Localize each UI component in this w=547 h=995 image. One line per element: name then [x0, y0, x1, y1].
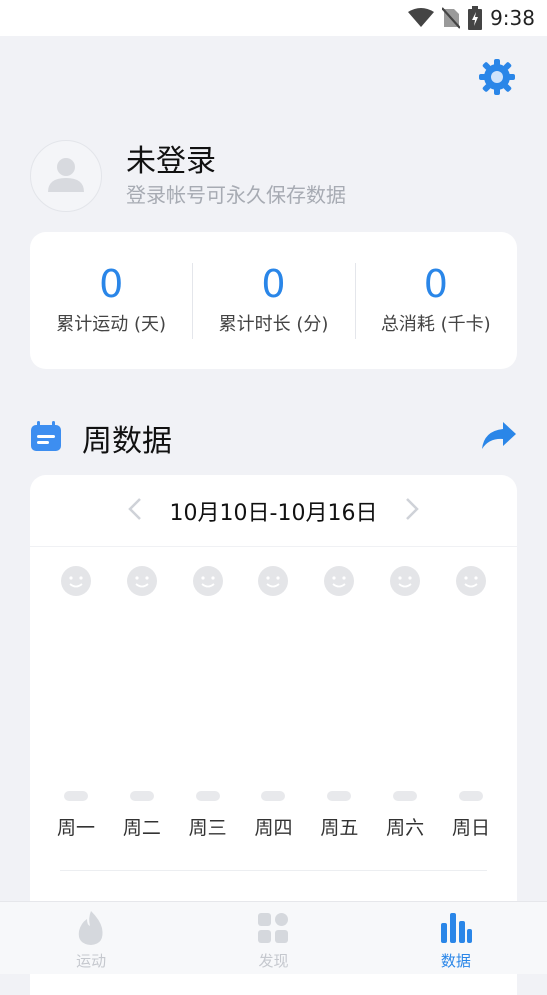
stat-total-calories: 0 总消耗 (千卡)	[354, 261, 517, 339]
stat-value: 0	[261, 261, 286, 306]
next-week-button[interactable]	[397, 496, 427, 526]
tab-label: 数据	[440, 952, 471, 970]
day-label-wed: 周三	[188, 817, 227, 839]
stat-label: 累计时长 (分)	[218, 313, 329, 335]
stats-card: 0 累计运动 (天) 0 累计时长 (分) 0 总消耗 (千卡)	[30, 232, 517, 369]
day-bar	[195, 791, 220, 801]
status-time: 9:38	[490, 6, 535, 30]
smiley-face-icon	[192, 565, 224, 597]
tab-data[interactable]: 数据	[365, 902, 547, 974]
flame-icon	[74, 910, 108, 946]
day-bar	[458, 791, 483, 801]
grid-icon	[256, 910, 290, 946]
tab-sport[interactable]: 运动	[0, 902, 182, 974]
daily-mood-row	[60, 565, 487, 605]
day-label-fri: 周五	[320, 817, 359, 839]
calendar-icon	[30, 420, 62, 456]
divider	[60, 870, 487, 871]
battery-charging-icon	[468, 6, 483, 30]
profile-section[interactable]: 未登录 登录帐号可永久保存数据	[30, 138, 517, 214]
user-icon	[46, 154, 86, 198]
tab-label: 发现	[258, 952, 289, 970]
profile-text: 未登录 登录帐号可永久保存数据	[126, 143, 346, 209]
day-bar	[64, 791, 88, 801]
prev-week-button[interactable]	[120, 496, 150, 526]
daily-bars-row	[60, 791, 487, 803]
chevron-left-icon	[127, 497, 142, 524]
login-hint-text: 登录帐号可永久保存数据	[126, 183, 346, 207]
week-navigator: 10月10日-10月16日	[30, 475, 517, 547]
login-status-title[interactable]: 未登录	[126, 143, 346, 181]
stat-total-minutes: 0 累计时长 (分)	[192, 261, 354, 339]
no-sim-icon	[442, 7, 461, 29]
day-bar	[129, 791, 154, 801]
settings-button[interactable]	[478, 58, 516, 100]
wifi-icon	[408, 8, 435, 28]
day-bar	[327, 791, 352, 801]
day-label-sun: 周日	[451, 817, 490, 839]
share-button[interactable]	[481, 422, 517, 454]
week-range-label: 10月10日-10月16日	[169, 500, 378, 526]
day-labels-row: 周一 周二 周三 周四 周五 周六 周日	[57, 813, 490, 841]
smiley-face-icon	[323, 565, 355, 597]
status-bar: 9:38	[0, 0, 547, 36]
weekly-section-header: 周数据	[30, 414, 517, 462]
section-title: 周数据	[82, 424, 172, 459]
day-bar	[261, 791, 286, 801]
avatar[interactable]	[30, 140, 102, 212]
smiley-face-icon	[60, 565, 92, 597]
smiley-face-icon	[389, 565, 421, 597]
gear-icon	[478, 58, 516, 100]
stat-value: 0	[423, 261, 448, 306]
day-label-tue: 周二	[122, 817, 161, 839]
day-label-sat: 周六	[386, 817, 425, 839]
tab-discover[interactable]: 发现	[182, 902, 364, 974]
bar-chart-icon	[439, 910, 473, 946]
stat-label: 累计运动 (天)	[56, 313, 167, 335]
stat-total-days: 0 累计运动 (天)	[30, 261, 192, 339]
stat-label: 总消耗 (千卡)	[380, 313, 491, 335]
day-label-thu: 周四	[254, 817, 293, 839]
smiley-face-icon	[257, 565, 289, 597]
smiley-face-icon	[455, 565, 487, 597]
stat-value: 0	[99, 261, 124, 306]
day-label-mon: 周一	[57, 817, 96, 839]
share-arrow-icon	[481, 422, 517, 454]
data-page: 未登录 登录帐号可永久保存数据 0 累计运动 (天) 0 累计时长 (分) 0 …	[0, 36, 547, 995]
smiley-face-icon	[126, 565, 158, 597]
day-bar	[393, 791, 418, 801]
bottom-tab-bar: 运动 发现 数据	[0, 901, 547, 974]
chevron-right-icon	[405, 497, 420, 524]
tab-label: 运动	[76, 952, 107, 970]
